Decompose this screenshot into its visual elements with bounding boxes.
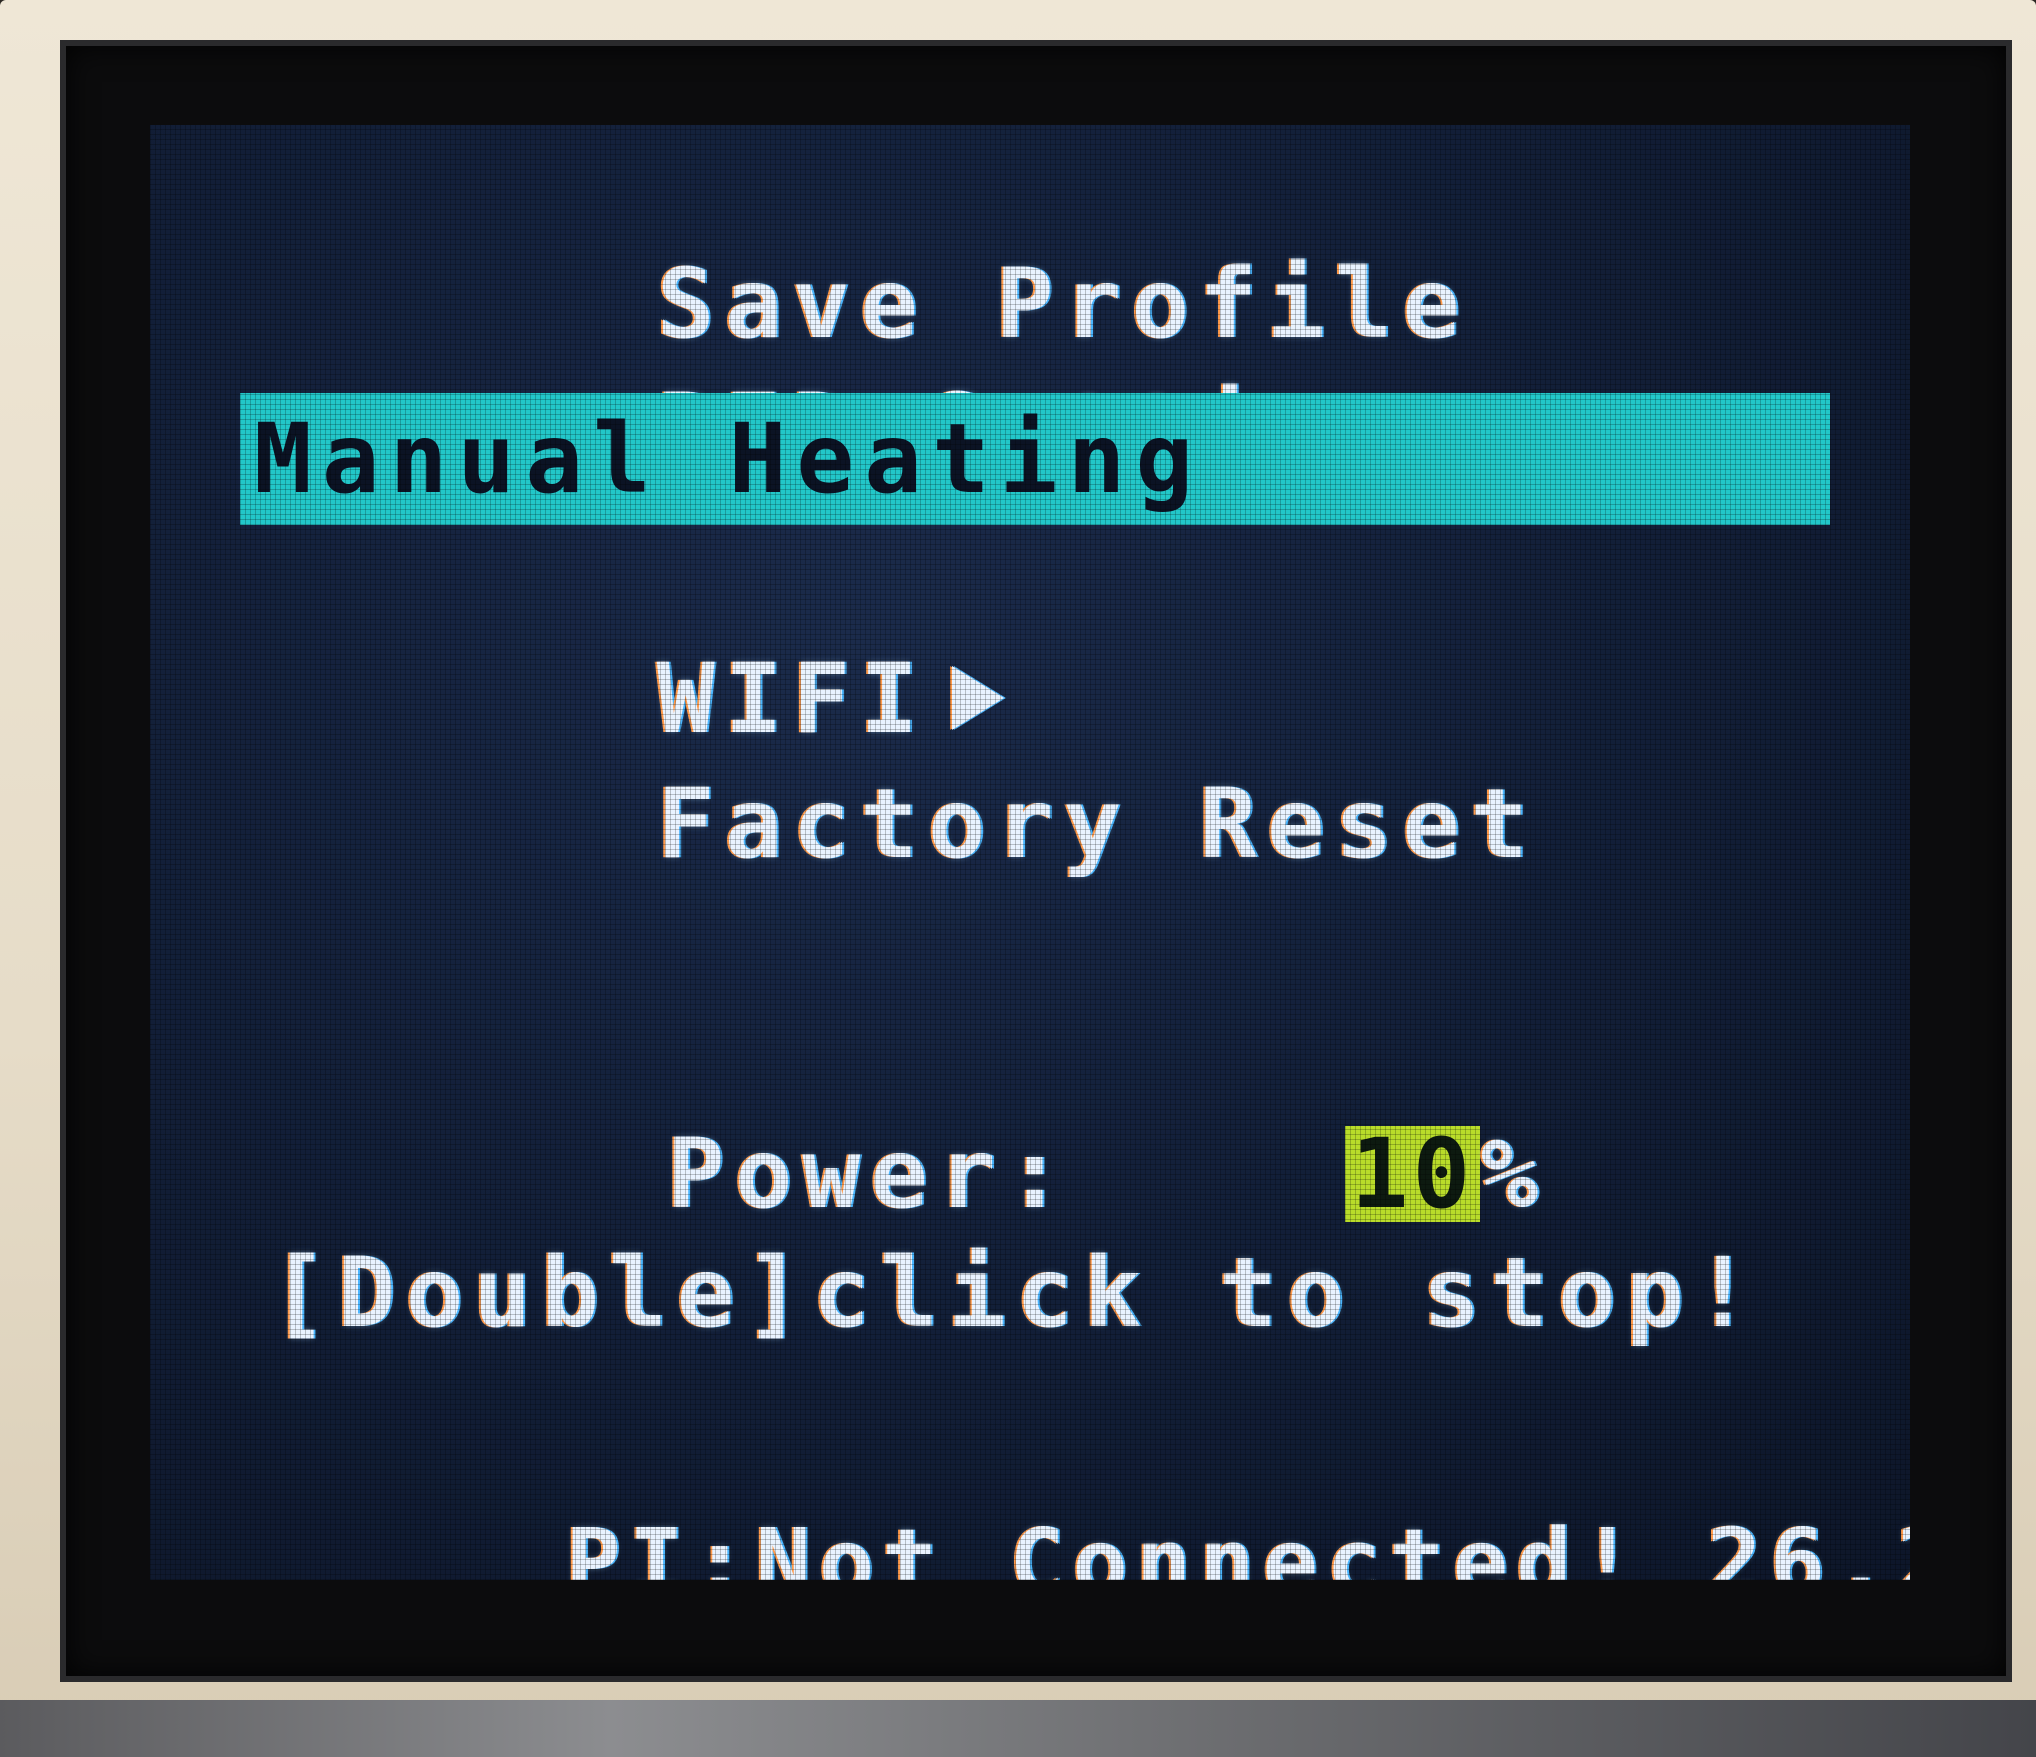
power-unit: % — [1480, 1118, 1549, 1230]
device: Save Profile PID Settings Manual Heating… — [0, 0, 2036, 1757]
temperature-readout: 26.2°C — [1706, 1509, 1910, 1581]
menu-item-factory-reset[interactable]: Factory Reset — [250, 680, 1538, 968]
menu-item-manual-heating[interactable]: Manual Heating — [240, 393, 1830, 525]
stop-hint: [Double]click to stop! — [270, 1237, 1762, 1349]
power-value[interactable]: 10 — [1344, 1126, 1481, 1222]
pi-connection-status: PI:Not Connected! — [565, 1509, 1643, 1581]
menu-item-label: Factory Reset — [656, 768, 1539, 880]
power-label: Power: — [666, 1118, 1074, 1230]
device-bottom-edge — [0, 1700, 2036, 1757]
menu-item-label: Manual Heating — [254, 403, 1204, 515]
lcd-screen: Save Profile PID Settings Manual Heating… — [150, 125, 1910, 1580]
status-bar: PI:Not Connected! 26.2°C — [185, 1425, 1910, 1581]
